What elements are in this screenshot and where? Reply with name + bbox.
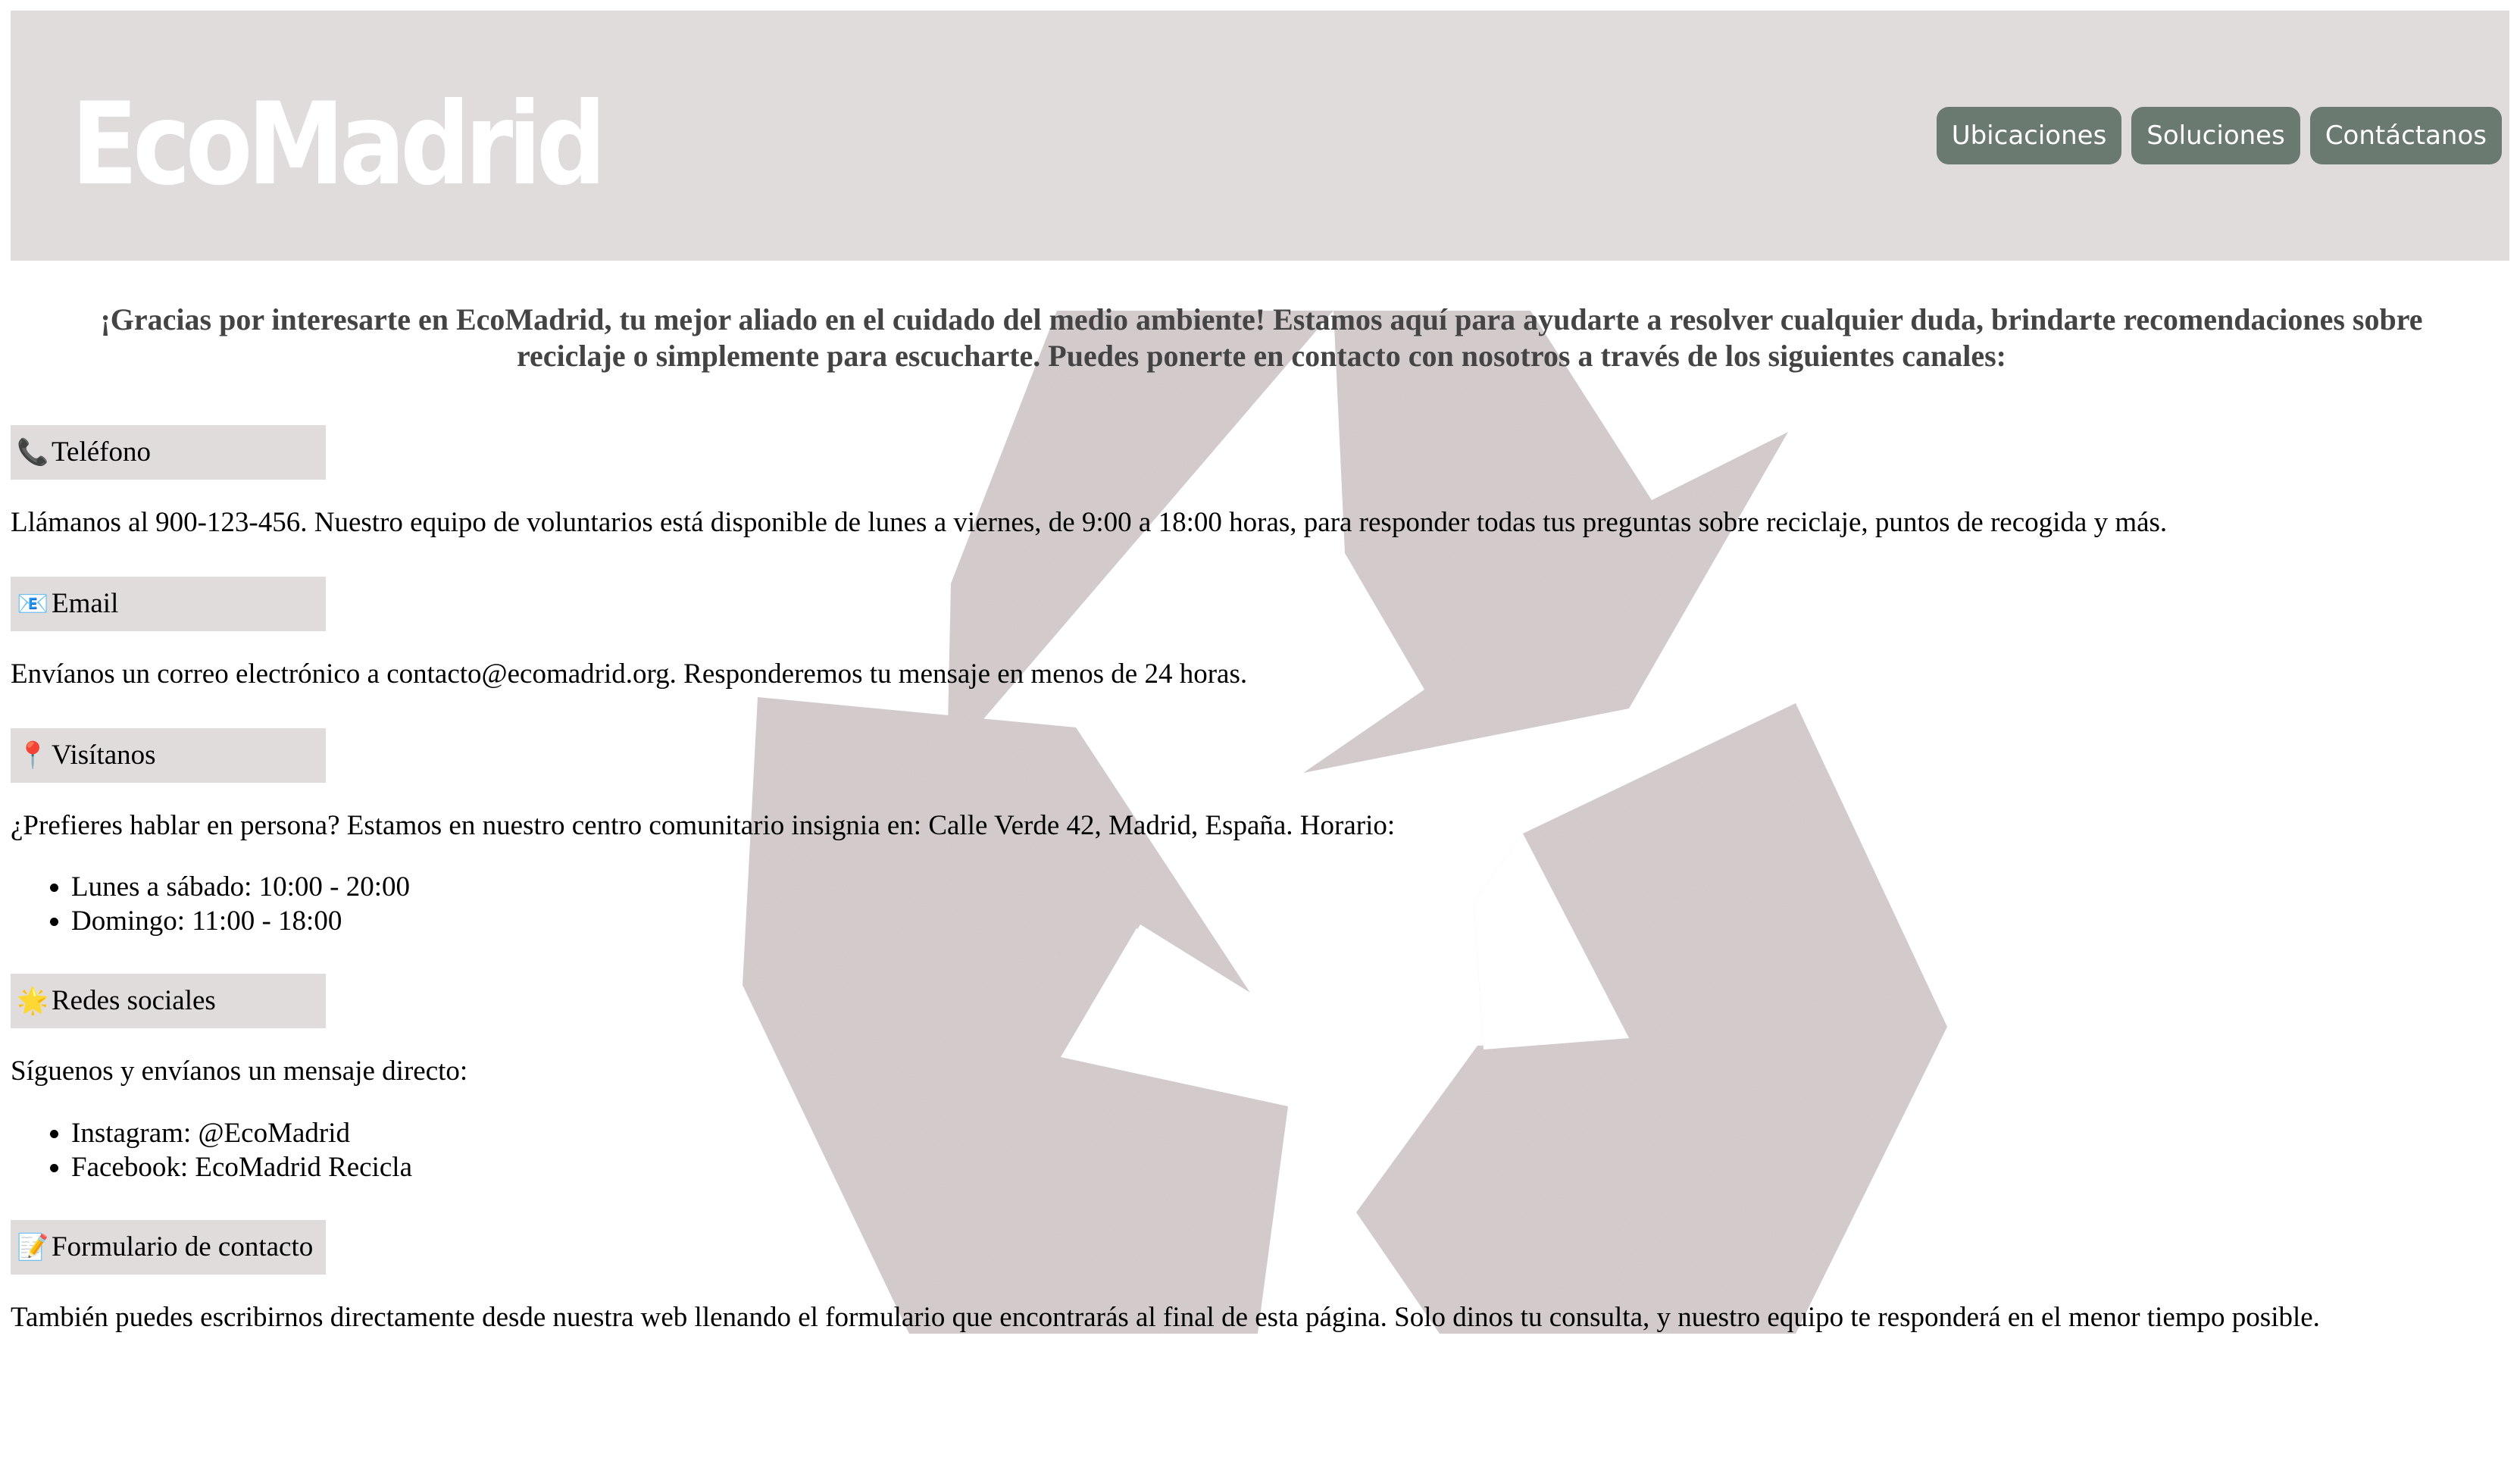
section-email-title: Email <box>52 588 119 619</box>
hours-list: Lunes a sábado: 10:00 - 20:00 Domingo: 1… <box>11 870 410 938</box>
main-nav: Ubicaciones Soluciones Contáctanos <box>1936 107 2502 164</box>
section-social-label: 🌟 Redes sociales <box>11 974 326 1028</box>
section-social-title: Redes sociales <box>52 985 216 1016</box>
list-item: Domingo: 11:00 - 18:00 <box>71 904 410 938</box>
list-item[interactable]: Instagram: @EcoMadrid <box>71 1116 412 1150</box>
phone-text: Llámanos al 900-123-456. Nuestro equipo … <box>11 507 2168 538</box>
section-form-title: Formulario de contacto <box>52 1231 314 1262</box>
section-form-label: 📝 Formulario de contacto <box>11 1220 326 1275</box>
memo-icon: 📝 <box>17 1232 49 1262</box>
visit-text: ¿Prefieres hablar en persona? Estamos en… <box>11 810 1396 841</box>
section-email-label: 📧 Email <box>11 577 326 631</box>
form-text: También puedes escribirnos directamente … <box>11 1302 2320 1333</box>
section-visit-title: Visítanos <box>52 740 156 771</box>
social-list: Instagram: @EcoMadrid Facebook: EcoMadri… <box>11 1116 412 1184</box>
section-phone-title: Teléfono <box>52 436 151 468</box>
section-phone-label: 📞 Teléfono <box>11 425 326 480</box>
list-item: Lunes a sábado: 10:00 - 20:00 <box>71 870 410 904</box>
list-item[interactable]: Facebook: EcoMadrid Recicla <box>71 1150 412 1184</box>
nav-contactanos-button[interactable]: Contáctanos <box>2309 107 2502 164</box>
email-text: Envíanos un correo electrónico a contact… <box>11 658 1248 690</box>
phone-icon: 📞 <box>17 437 49 468</box>
contact-page: EcoMadrid Ubicaciones Soluciones Contáct… <box>0 0 2520 1464</box>
social-text: Síguenos y envíanos un mensaje directo: <box>11 1056 468 1087</box>
intro-text: ¡Gracias por interesarte en EcoMadrid, t… <box>100 302 2423 373</box>
location-pin-icon: 📍 <box>17 740 49 771</box>
email-icon: 📧 <box>17 589 49 619</box>
nav-ubicaciones-button[interactable]: Ubicaciones <box>1936 107 2122 164</box>
section-visit-label: 📍 Visítanos <box>11 728 326 783</box>
site-logo[interactable]: EcoMadrid <box>71 80 606 209</box>
star-icon: 🌟 <box>17 986 49 1016</box>
site-header: EcoMadrid Ubicaciones Soluciones Contáct… <box>11 11 2509 261</box>
nav-soluciones-button[interactable]: Soluciones <box>2131 107 2300 164</box>
